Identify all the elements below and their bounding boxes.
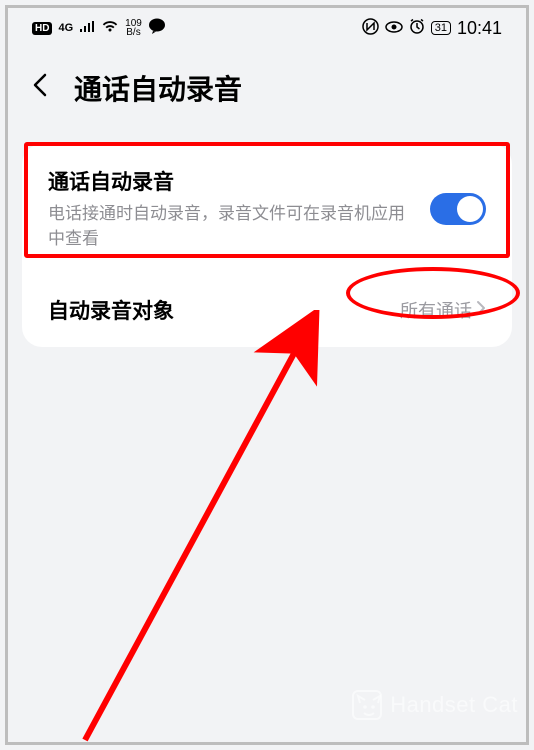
auto-record-subtitle: 电话接通时自动录音，录音文件可在录音机应用中查看 bbox=[48, 202, 430, 251]
chevron-right-icon bbox=[476, 299, 486, 322]
cat-icon bbox=[352, 690, 382, 720]
clock-time: 10:41 bbox=[457, 18, 502, 39]
auto-record-title: 通话自动录音 bbox=[48, 166, 430, 196]
nfc-icon bbox=[362, 18, 379, 39]
watermark-text: Handset Cat bbox=[390, 692, 518, 718]
wifi-icon bbox=[101, 20, 119, 37]
back-icon[interactable] bbox=[28, 72, 54, 105]
page-title: 通话自动录音 bbox=[74, 68, 242, 108]
status-bar: HD 4G 109 B/s 31 10:41 bbox=[0, 0, 534, 46]
auto-record-toggle[interactable] bbox=[430, 193, 486, 225]
settings-card: 通话自动录音 电话接通时自动录音，录音文件可在录音机应用中查看 自动录音对象 所… bbox=[22, 144, 512, 347]
signal-icon bbox=[79, 20, 95, 37]
auto-record-row[interactable]: 通话自动录音 电话接通时自动录音，录音文件可在录音机应用中查看 bbox=[22, 144, 512, 273]
alarm-icon bbox=[409, 18, 425, 38]
record-target-title: 自动录音对象 bbox=[48, 295, 174, 325]
record-target-row[interactable]: 自动录音对象 所有通话 bbox=[22, 273, 512, 347]
record-target-value: 所有通话 bbox=[400, 297, 472, 323]
network-4g-icon: 4G bbox=[58, 22, 73, 34]
watermark: Handset Cat bbox=[352, 690, 518, 720]
page-header: 通话自动录音 bbox=[0, 46, 534, 126]
annotation-arrow bbox=[75, 310, 335, 748]
network-speed: 109 B/s bbox=[125, 19, 142, 37]
eye-icon bbox=[385, 20, 403, 37]
battery-indicator: 31 bbox=[431, 21, 451, 35]
message-icon bbox=[148, 18, 166, 38]
hd-badge: HD bbox=[32, 22, 52, 35]
